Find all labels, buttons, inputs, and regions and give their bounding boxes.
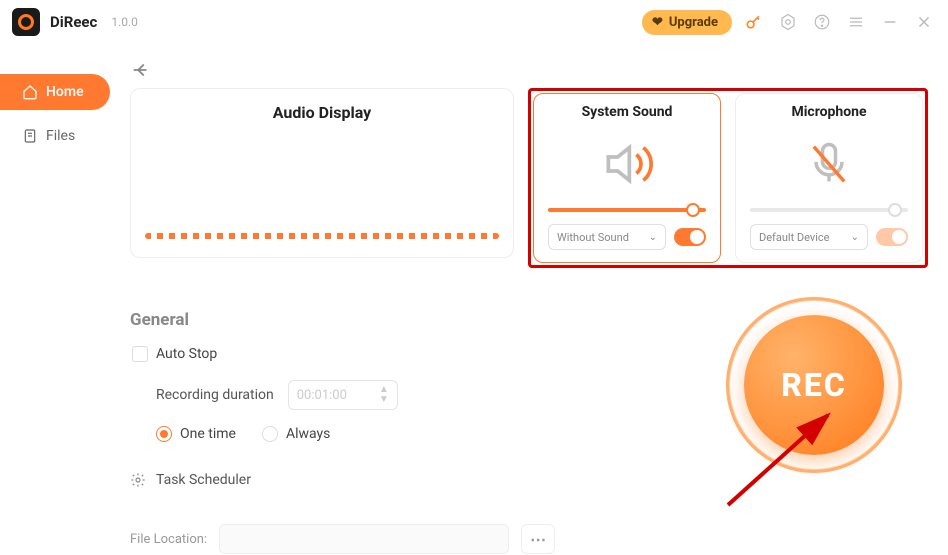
chevron-down-icon: ⌄ xyxy=(851,232,859,243)
microphone-slider[interactable] xyxy=(750,208,908,212)
home-icon xyxy=(22,84,38,100)
select-value: Default Device xyxy=(759,231,830,244)
auto-stop-checkbox[interactable] xyxy=(132,346,148,362)
chevron-down-icon: ⌄ xyxy=(649,232,657,243)
titlebar: DiReec 1.0.0 ❤ Upgrade xyxy=(0,0,948,44)
app-version: 1.0.0 xyxy=(111,15,138,29)
highlight-annotation: System Sound Without Sound ⌄ xyxy=(528,88,928,268)
speaker-icon xyxy=(599,130,655,198)
sidebar-item-label: Home xyxy=(46,84,84,100)
system-sound-slider[interactable] xyxy=(548,208,706,212)
select-value: Without Sound xyxy=(557,231,629,244)
microphone-toggle[interactable] xyxy=(876,228,908,246)
upgrade-button[interactable]: ❤ Upgrade xyxy=(642,10,732,35)
back-button[interactable] xyxy=(130,59,154,83)
one-time-radio[interactable] xyxy=(156,426,172,442)
auto-stop-label: Auto Stop xyxy=(156,346,217,362)
microphone-muted-icon xyxy=(803,130,855,198)
card-title: System Sound xyxy=(582,104,673,120)
microphone-select[interactable]: Default Device ⌄ xyxy=(750,224,868,250)
stepper-arrows-icon: ▲▼ xyxy=(379,385,389,405)
duration-value: 00:01:00 xyxy=(297,388,347,403)
microphone-card[interactable]: Microphone Default Device ⌄ xyxy=(735,93,923,263)
key-icon[interactable] xyxy=(742,10,766,34)
app-name: DiReec xyxy=(50,13,97,31)
system-sound-select[interactable]: Without Sound ⌄ xyxy=(548,224,666,250)
always-label: Always xyxy=(286,426,330,442)
settings-icon[interactable] xyxy=(776,10,800,34)
file-location-browse-button[interactable]: ⋯ xyxy=(521,524,555,554)
recording-duration-input[interactable]: 00:01:00 ▲▼ xyxy=(288,380,398,410)
recording-duration-label: Recording duration xyxy=(156,387,274,403)
gear-icon xyxy=(130,472,146,488)
close-button[interactable] xyxy=(912,10,936,34)
audio-display-title: Audio Display xyxy=(131,103,513,122)
files-icon xyxy=(22,128,38,144)
sidebar-item-files[interactable]: Files xyxy=(0,118,110,154)
sidebar: Home Files xyxy=(0,44,110,555)
crown-icon: ❤ xyxy=(652,15,663,30)
file-location-input[interactable] xyxy=(219,524,509,554)
upgrade-label: Upgrade xyxy=(669,15,718,30)
record-button-wrap: REC xyxy=(724,295,904,475)
help-icon[interactable] xyxy=(810,10,834,34)
task-scheduler-label: Task Scheduler xyxy=(156,472,251,488)
waveform-visualizer xyxy=(145,233,499,239)
sidebar-item-label: Files xyxy=(46,128,75,144)
one-time-label: One time xyxy=(180,426,236,442)
app-logo xyxy=(12,8,40,36)
system-sound-toggle[interactable] xyxy=(674,228,706,246)
file-location-label: File Location: xyxy=(130,532,207,547)
always-radio[interactable] xyxy=(262,426,278,442)
sidebar-item-home[interactable]: Home xyxy=(0,74,110,110)
audio-display-panel: Audio Display xyxy=(130,88,514,258)
system-sound-card[interactable]: System Sound Without Sound ⌄ xyxy=(533,93,721,263)
minimize-button[interactable] xyxy=(878,10,902,34)
menu-icon[interactable] xyxy=(844,10,868,34)
card-title: Microphone xyxy=(791,104,866,120)
